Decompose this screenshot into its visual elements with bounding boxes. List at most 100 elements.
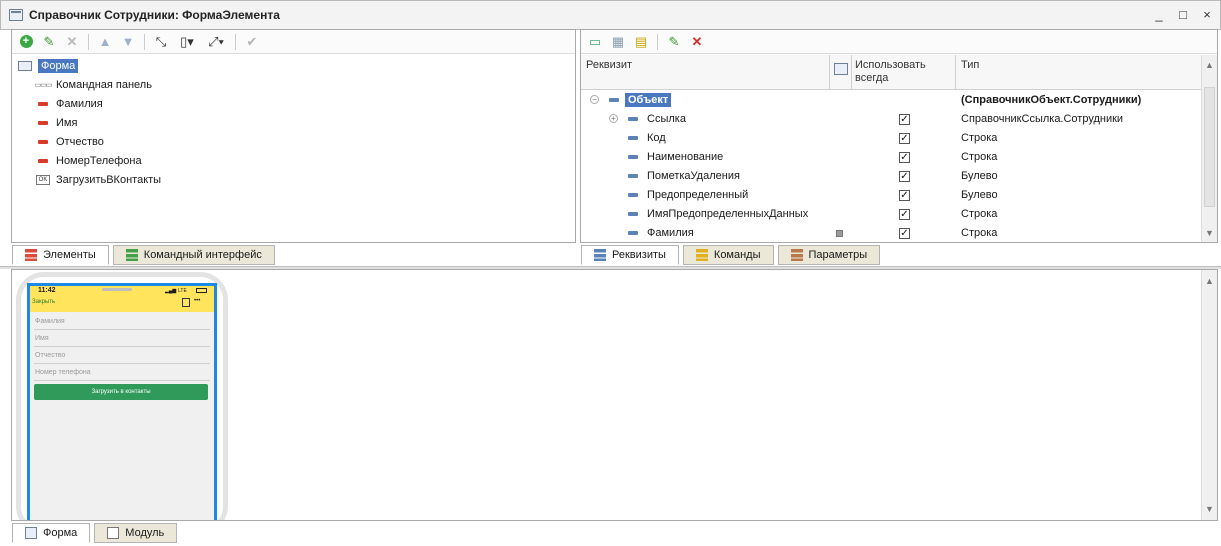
- phone-preview: 11:42 ▂▄▆ LTE Закрыть ••• Фамилия Имя От…: [16, 272, 228, 520]
- table-row[interactable]: ПометкаУдаления ✓ Булево: [581, 167, 1199, 186]
- scroll-up-icon[interactable]: ▲: [1202, 60, 1217, 70]
- field-icon: [36, 118, 50, 128]
- attribute-name: Предопределенный: [647, 189, 749, 201]
- add-column-icon[interactable]: ▤: [631, 32, 651, 52]
- elements-panel: + ✎ ✕ ▲ ▼ ⤡ ▯▾ ⤢▾ ✔ Форма ▭▭▭ Командная …: [11, 29, 576, 243]
- use-always-checkbox[interactable]: ✓: [899, 133, 910, 144]
- table-row[interactable]: Код ✓ Строка: [581, 129, 1199, 148]
- scroll-thumb[interactable]: [1204, 87, 1215, 207]
- close-link[interactable]: Закрыть: [32, 299, 55, 305]
- tree-item-familia[interactable]: Фамилия: [36, 94, 103, 113]
- minimize-button[interactable]: _: [1150, 6, 1168, 24]
- table-row[interactable]: + Ссылка ✓ СправочникСсылка.Сотрудники: [581, 110, 1199, 129]
- tab-label: Элементы: [43, 249, 96, 261]
- expand-icon[interactable]: ⤢▾: [203, 32, 229, 52]
- use-always-checkbox[interactable]: ✓: [899, 114, 910, 125]
- tab-commands[interactable]: Команды: [682, 245, 774, 265]
- close-button[interactable]: ×: [1198, 6, 1216, 24]
- field-icon: [36, 99, 50, 109]
- tree-item-label: Форма: [38, 58, 79, 73]
- command-interface-tab-icon: [125, 249, 138, 261]
- phone-field-phone[interactable]: Номер телефона: [34, 365, 210, 381]
- tree-item-load-contacts[interactable]: OK ЗагрузитьВКонтакты: [36, 170, 161, 189]
- edit-icon[interactable]: ✎: [39, 32, 59, 52]
- attribute-icon: [628, 136, 638, 140]
- tab-parameters[interactable]: Параметры: [777, 245, 881, 265]
- attribute-type: Строка: [961, 151, 998, 163]
- attribute-type: Булево: [961, 189, 998, 201]
- more-menu-icon[interactable]: •••: [194, 298, 200, 304]
- scroll-down-icon[interactable]: ▼: [1202, 504, 1217, 514]
- form-icon: [18, 60, 32, 71]
- table-row[interactable]: − Объект (СправочникОбъект.Сотрудники): [581, 91, 1199, 110]
- use-always-checkbox[interactable]: ✓: [899, 190, 910, 201]
- scroll-down-icon[interactable]: ▼: [1202, 228, 1217, 238]
- expand-icon[interactable]: +: [609, 114, 618, 123]
- check-icon[interactable]: ✔: [242, 32, 262, 52]
- tree-item-label: Командная панель: [56, 78, 152, 91]
- column-attribute[interactable]: Реквизит: [586, 59, 632, 71]
- attribute-icon: [628, 193, 638, 197]
- maximize-button[interactable]: □: [1174, 6, 1192, 24]
- field-icon: [36, 137, 50, 147]
- use-always-checkbox[interactable]: ✓: [899, 152, 910, 163]
- use-always-checkbox[interactable]: ✓: [899, 228, 910, 239]
- attribute-name: Ссылка: [647, 113, 686, 125]
- column-use-always[interactable]: Использовать всегда: [855, 59, 941, 85]
- collapse-icon[interactable]: −: [590, 95, 599, 104]
- tree-item-phone[interactable]: НомерТелефона: [36, 151, 142, 170]
- table-row[interactable]: ИмяПредопределенныхДанных ✓ Строка: [581, 205, 1199, 224]
- tree-item-imya[interactable]: Имя: [36, 113, 77, 132]
- tab-form[interactable]: Форма: [12, 523, 91, 543]
- move-down-icon[interactable]: ▼: [118, 32, 138, 52]
- add-table-icon[interactable]: ▦: [608, 32, 628, 52]
- load-contacts-button[interactable]: Загрузить в контакты: [34, 384, 208, 400]
- use-always-checkbox[interactable]: ✓: [899, 171, 910, 182]
- phone-field-otchestvo[interactable]: Отчество: [34, 348, 210, 364]
- editor-tabbar: Форма Модуль: [12, 521, 181, 543]
- attributes-table-header: Реквизит Использовать всегда Тип: [581, 55, 1201, 90]
- tree-item-form[interactable]: Форма: [18, 56, 79, 75]
- phone-field-familia[interactable]: Фамилия: [34, 314, 210, 330]
- move-icon[interactable]: ⤡: [151, 32, 171, 52]
- table-row[interactable]: Предопределенный ✓ Булево: [581, 186, 1199, 205]
- tab-label: Модуль: [125, 527, 165, 539]
- preview-scrollbar[interactable]: ▲ ▼: [1201, 270, 1217, 520]
- use-always-checkbox[interactable]: ✓: [899, 209, 910, 220]
- tab-elements[interactable]: Элементы: [12, 245, 109, 265]
- attributes-scrollbar[interactable]: ▲ ▼: [1201, 55, 1217, 242]
- delete-icon[interactable]: ✕: [62, 32, 82, 52]
- command-panel-icon: ▭▭▭: [34, 81, 53, 89]
- tree-item-command-panel[interactable]: ▭▭▭ Командная панель: [34, 75, 152, 94]
- field-icon: [36, 156, 50, 166]
- tab-command-interface[interactable]: Командный интерфейс: [112, 245, 275, 265]
- attribute-type: СправочникСсылка.Сотрудники: [961, 113, 1124, 125]
- attribute-type: Булево: [961, 170, 998, 182]
- tree-item-otchestvo[interactable]: Отчество: [36, 132, 104, 151]
- column-separator: [955, 55, 956, 90]
- table-settings-icon[interactable]: [834, 63, 848, 75]
- column-type[interactable]: Тип: [961, 59, 979, 71]
- parameters-tab-icon: [790, 249, 803, 261]
- tab-label: Реквизиты: [612, 249, 666, 261]
- attribute-icon: [628, 174, 638, 178]
- form-preview-panel: 11:42 ▂▄▆ LTE Закрыть ••• Фамилия Имя От…: [11, 269, 1218, 521]
- tab-attributes[interactable]: Реквизиты: [581, 245, 679, 265]
- table-row[interactable]: Фамилия ✓ Строка: [581, 224, 1199, 242]
- add-group-icon[interactable]: ▯▾: [174, 32, 200, 52]
- scroll-up-icon[interactable]: ▲: [1202, 276, 1217, 286]
- add-icon[interactable]: +: [16, 32, 36, 52]
- add-attribute-icon[interactable]: ▭: [585, 32, 605, 52]
- edit-note-icon[interactable]: [182, 298, 190, 307]
- table-row[interactable]: Наименование ✓ Строка: [581, 148, 1199, 167]
- attributes-toolbar: ▭ ▦ ▤ ✎ ✕: [581, 30, 1217, 54]
- tab-module[interactable]: Модуль: [94, 523, 178, 543]
- move-up-icon[interactable]: ▲: [95, 32, 115, 52]
- delete-icon[interactable]: ✕: [687, 32, 707, 52]
- object-icon: [609, 98, 619, 102]
- attribute-name: Код: [647, 132, 666, 144]
- attribute-name: ПометкаУдаления: [647, 170, 740, 182]
- edit-icon[interactable]: ✎: [664, 32, 684, 52]
- phone-field-imya[interactable]: Имя: [34, 331, 210, 347]
- attribute-icon: [628, 231, 638, 235]
